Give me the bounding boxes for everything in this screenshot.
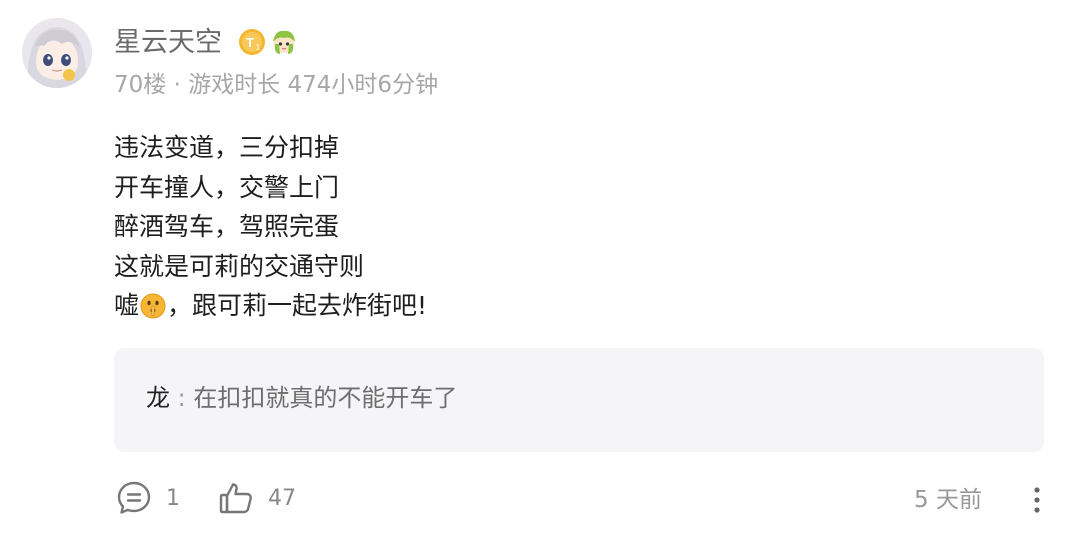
floor-number: 70楼 [114, 72, 167, 98]
reply-text: 在扣扣就真的不能开车了 [193, 384, 458, 412]
reply-line: 龙 : 在扣扣就真的不能开车了 [146, 380, 457, 416]
level-badge-sub: 1 [256, 43, 261, 52]
user-avatar[interactable] [22, 18, 92, 88]
post-line-prefix: 嘘 [114, 291, 140, 320]
character-fan-badge-icon [273, 30, 295, 54]
post-line: 违法变道，三分扣掉 [114, 133, 340, 162]
comment-button[interactable]: 1 [116, 478, 180, 518]
post-content: 违法变道，三分扣掉 开车撞人，交警上门 醉酒驾车，驾照完蛋 这就是可莉的交通守则… [114, 128, 427, 326]
thumbs-up-icon [219, 483, 252, 514]
username[interactable]: 星云天空 [114, 24, 222, 62]
more-vertical-icon[interactable] [1024, 484, 1050, 516]
comment-card: 星云天空 T 1 70楼 · 游戏时长 474小时6分钟 违法变道，三分扣掉 开… [0, 0, 1080, 533]
post-line-suffix: ，跟可莉一起去炸街吧! [167, 291, 428, 320]
post-line: 这就是可莉的交通守则 [114, 251, 365, 281]
post-time: 5 天前 [914, 487, 982, 513]
shushing-face-emoji [140, 293, 166, 319]
post-meta: 70楼 · 游戏时长 474小时6分钟 [114, 68, 438, 102]
reply-author[interactable]: 龙 [146, 384, 170, 412]
level-badge-icon: T 1 [239, 29, 265, 55]
reply-preview[interactable]: 龙 : 在扣扣就真的不能开车了 [114, 348, 1044, 452]
comment-bubble-icon [117, 481, 151, 514]
like-button[interactable]: 47 [218, 478, 296, 518]
post-line-last: 嘘 ，跟可莉一起去炸街吧! [114, 286, 427, 326]
meta-dot: · [173, 72, 181, 98]
reply-separator: : [177, 384, 186, 412]
playtime: 游戏时长 474小时6分钟 [188, 72, 439, 98]
comment-count: 1 [166, 485, 180, 511]
level-badge-letter: T [246, 35, 254, 50]
post-line: 醉酒驾车，驾照完蛋 [114, 212, 340, 241]
post-line: 开车撞人，交警上门 [114, 172, 340, 202]
like-count: 47 [268, 485, 296, 511]
